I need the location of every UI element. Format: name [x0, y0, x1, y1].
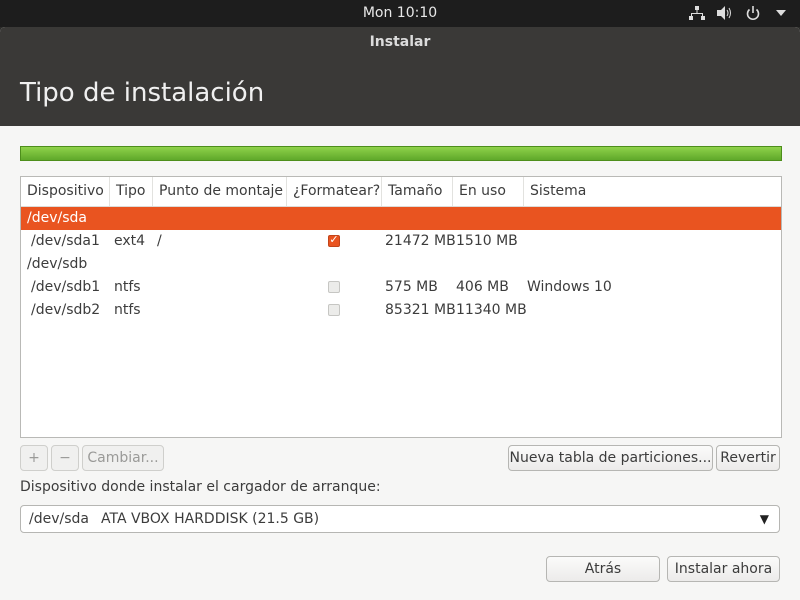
table-header: Dispositivo Tipo Punto de montaje ¿Forma…	[21, 177, 781, 207]
device-cell: /dev/sdb1	[31, 279, 101, 295]
network-icon[interactable]	[688, 4, 706, 22]
mount-cell: /	[157, 233, 162, 249]
change-partition-button[interactable]: Cambiar...	[82, 445, 164, 471]
system-tray[interactable]	[688, 4, 790, 22]
format-checkbox[interactable]	[328, 233, 340, 247]
size-cell: 21472 MB	[385, 233, 456, 249]
used-cell: 1510 MB	[456, 233, 518, 249]
top-bar: Mon 10:10	[0, 0, 800, 27]
size-cell: 85321 MB	[385, 302, 456, 318]
table-row[interactable]: /dev/sdb2 ntfs 85321 MB 11340 MB	[21, 299, 781, 322]
page-title: Tipo de instalación	[20, 78, 265, 108]
device-cell: /dev/sdb2	[31, 302, 101, 318]
col-type[interactable]: Tipo	[110, 177, 153, 206]
bootloader-label: Dispositivo donde instalar el cargador d…	[20, 479, 381, 495]
dropdown-arrow-icon: ▼	[759, 512, 769, 526]
used-cell: 406 MB	[456, 279, 509, 295]
system-cell: Windows 10	[527, 279, 612, 295]
volume-icon[interactable]	[716, 4, 734, 22]
type-cell: ntfs	[114, 302, 141, 318]
clock[interactable]: Mon 10:10	[0, 5, 800, 21]
progress-fill	[21, 147, 781, 160]
revert-button[interactable]: Revertir	[716, 445, 780, 471]
page-header: Tipo de instalación	[0, 58, 800, 126]
device-cell: /dev/sda1	[31, 233, 100, 249]
menu-arrow-icon[interactable]	[772, 4, 790, 22]
size-cell: 575 MB	[385, 279, 438, 295]
col-mount[interactable]: Punto de montaje	[153, 177, 287, 206]
remove-partition-button[interactable]: −	[51, 445, 79, 471]
back-button[interactable]: Atrás	[546, 556, 660, 582]
table-row[interactable]: /dev/sda	[21, 207, 781, 230]
format-checkbox[interactable]	[328, 304, 340, 316]
device-cell: /dev/sda	[27, 210, 87, 226]
bootloader-device: /dev/sda	[29, 511, 89, 527]
table-row[interactable]: /dev/sda1 ext4 / 21472 MB 1510 MB	[21, 230, 781, 253]
used-cell: 11340 MB	[456, 302, 527, 318]
window-title: Instalar	[0, 27, 800, 58]
col-device[interactable]: Dispositivo	[21, 177, 110, 206]
col-format[interactable]: ¿Formatear?	[287, 177, 382, 206]
table-row[interactable]: /dev/sdb	[21, 253, 781, 276]
format-checkbox[interactable]	[328, 281, 340, 293]
partition-table[interactable]: Dispositivo Tipo Punto de montaje ¿Forma…	[20, 176, 782, 438]
col-size[interactable]: Tamaño	[382, 177, 453, 206]
type-cell: ext4	[114, 233, 146, 249]
install-progress-bar	[20, 146, 782, 161]
col-system[interactable]: Sistema	[524, 177, 781, 206]
add-partition-button[interactable]: +	[20, 445, 48, 471]
installer-window: Instalar Tipo de instalación Dispositivo…	[0, 27, 800, 600]
device-cell: /dev/sdb	[27, 256, 88, 272]
bootloader-description: ATA VBOX HARDDISK (21.5 GB)	[101, 511, 320, 527]
new-partition-table-button[interactable]: Nueva tabla de particiones...	[508, 445, 713, 471]
type-cell: ntfs	[114, 279, 141, 295]
power-icon[interactable]	[744, 4, 762, 22]
col-used[interactable]: En uso	[453, 177, 524, 206]
install-now-button[interactable]: Instalar ahora	[667, 556, 780, 582]
table-row[interactable]: /dev/sdb1 ntfs 575 MB 406 MB Windows 10	[21, 276, 781, 299]
bootloader-device-select[interactable]: /dev/sda ATA VBOX HARDDISK (21.5 GB) ▼	[20, 505, 780, 533]
